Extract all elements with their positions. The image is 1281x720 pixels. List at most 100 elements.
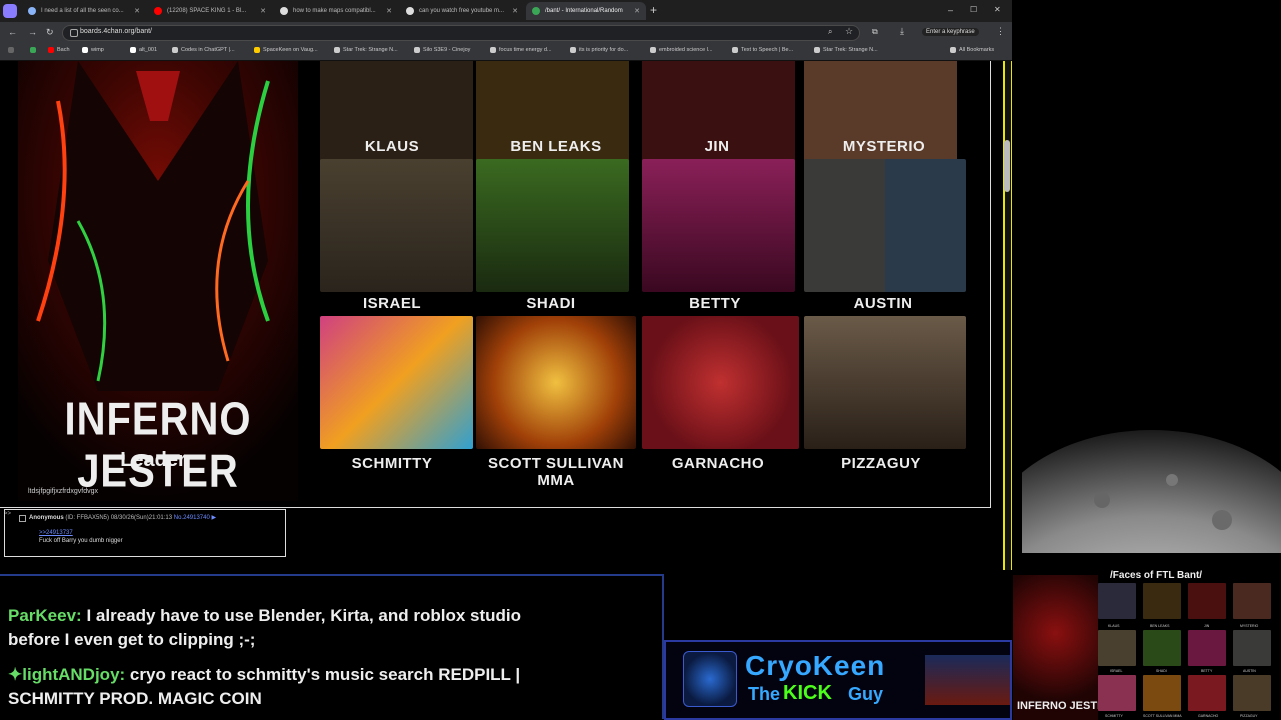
chat-message: ParKeev: I already have to use Blender, …	[8, 604, 568, 652]
globe-icon	[490, 47, 496, 53]
bookmark-item[interactable]: wimp	[82, 47, 104, 53]
mini-tile	[1098, 675, 1136, 711]
bookmark-icon	[814, 47, 820, 53]
extension-icon[interactable]: ⧉	[872, 27, 878, 37]
tab-title: can you watch free youtube m...	[419, 8, 505, 14]
reply-date: 08/30/26(Sun)21:01:13	[110, 515, 173, 521]
bookmark-item[interactable]: focus time energy d...	[490, 47, 552, 53]
all-bookmarks[interactable]: All Bookmarks	[950, 47, 994, 53]
mini-tile	[1188, 583, 1226, 619]
maximize-button[interactable]: ☐	[970, 5, 977, 14]
mini-label: ISRAEL	[1110, 669, 1123, 673]
tab-4[interactable]: can you watch free youtube m... ✕	[400, 2, 524, 20]
bookmark-item[interactable]: SpaceKeen on Vaug...	[254, 47, 318, 53]
reply-author: Anonymous	[29, 515, 64, 521]
chat-username: ParKeev:	[8, 606, 82, 625]
chat-message: ✦lightANDjoy: cryo react to schmitty's m…	[8, 663, 568, 711]
new-tab-button[interactable]: +	[650, 3, 657, 17]
apps-icon	[8, 47, 14, 53]
tab-close-icon[interactable]: ✕	[512, 7, 518, 15]
mini-tile	[1098, 583, 1136, 619]
chat-username: lightANDjoy:	[22, 665, 126, 684]
minimize-button[interactable]: –	[948, 5, 953, 15]
reply-header: Anonymous (ID: FFBAX5N5) 08/30/26(Sun)21…	[29, 514, 216, 521]
globe-icon	[82, 47, 88, 53]
bookmark-item[interactable]: alt_001	[130, 47, 157, 53]
mini-label: SCHMITTY	[1105, 714, 1123, 718]
youtube-icon	[154, 7, 162, 15]
post-image-frame	[0, 61, 991, 508]
extension-label[interactable]: Enter a keyphrase	[922, 28, 979, 36]
reply-id[interactable]: (ID: FFBAX5N5)	[65, 515, 109, 521]
bookmark-item[interactable]: Star Trek: Strange N...	[334, 47, 398, 53]
reply-menu-icon[interactable]: ▶	[211, 515, 216, 521]
logo-subtitle: Guy	[848, 684, 884, 704]
star-bookmark-icon[interactable]: ☆	[845, 26, 853, 37]
mini-label: MYSTERIO	[1240, 624, 1259, 628]
tab-close-icon[interactable]: ✕	[634, 7, 640, 15]
checkbox[interactable]	[19, 515, 26, 522]
bookmark-item[interactable]: Silo S3E9 - Cinejoy	[414, 47, 470, 53]
globe-icon	[130, 47, 136, 53]
folder-icon	[950, 47, 956, 53]
globe-icon	[650, 47, 656, 53]
mini-label: PIZZAGUY	[1240, 714, 1258, 718]
tab-close-icon[interactable]: ✕	[134, 7, 140, 15]
download-icon[interactable]: ⤓	[900, 26, 904, 37]
mini-label: AUSTIN	[1243, 669, 1256, 673]
page-content: INFERNO JESTER Leader ltdsjfpgifjxzfrdxg…	[0, 61, 1003, 570]
bookmark-icon	[334, 47, 340, 53]
bookmark-item[interactable]: its is priority for do...	[570, 47, 628, 53]
reply-post: Anonymous (ID: FFBAX5N5) 08/30/26(Sun)21…	[4, 509, 286, 557]
reply-quote-link[interactable]: >>24913737	[39, 530, 73, 536]
tab-close-icon[interactable]: ✕	[260, 7, 266, 15]
bookmark-item[interactable]: Bach	[48, 47, 70, 53]
tab-1[interactable]: I need a list of all the seen co... ✕	[22, 2, 146, 20]
tab-title: /bant/ - International/Random	[545, 8, 623, 14]
mini-label: GARNACHO	[1198, 714, 1219, 718]
expand-icon[interactable]: >>	[4, 511, 11, 517]
mini-tile	[1188, 630, 1226, 666]
close-window-button[interactable]: ✕	[994, 5, 1001, 14]
url-text[interactable]: boards.4chan.org/bant/	[80, 28, 152, 35]
globe-icon	[172, 47, 178, 53]
mini-label: SHADI	[1156, 669, 1167, 673]
bookmark-item[interactable]: Text to Speech | Be...	[732, 47, 793, 53]
reply-number[interactable]: No.24913740	[174, 515, 210, 521]
scrollbar-thumb[interactable]	[1004, 140, 1010, 192]
car-image	[925, 655, 1010, 705]
mini-label: SCOTT SULLIVAN MMA	[1143, 714, 1182, 718]
mini-tile	[1188, 675, 1226, 711]
play-icon	[30, 47, 36, 53]
mini-tile	[1143, 583, 1181, 619]
youtube-icon	[48, 47, 54, 53]
bookmark-item[interactable]: Star Trek: Strange N...	[814, 47, 878, 53]
mini-label: JIN	[1204, 624, 1210, 628]
scrollbar-track[interactable]	[1003, 61, 1012, 570]
tab-favicon-icon	[28, 7, 36, 15]
menu-icon[interactable]: ⋮	[996, 26, 1005, 37]
tab-close-icon[interactable]: ✕	[386, 7, 392, 15]
bookmark-item[interactable]: Codes in ChatGPT |...	[172, 47, 235, 53]
tab-title: (12208) SPACE KING 1 - Bl...	[167, 8, 247, 14]
tab-3[interactable]: how to make maps compatibl... ✕	[274, 2, 398, 20]
mini-tile	[1143, 630, 1181, 666]
reload-icon[interactable]: ↻	[46, 27, 54, 38]
search-icon[interactable]: ⌕	[828, 27, 832, 37]
profile-icon[interactable]	[3, 4, 17, 18]
logo-title: CryoKeen	[745, 650, 886, 681]
tab-active[interactable]: /bant/ - International/Random ✕	[526, 2, 646, 20]
forward-icon[interactable]: →	[28, 27, 37, 37]
tab-title: how to make maps compatibl...	[293, 8, 376, 14]
moon-surface-image	[1022, 400, 1281, 553]
bookmark-item[interactable]	[8, 47, 17, 53]
mini-tile	[1098, 630, 1136, 666]
site-info-icon[interactable]	[70, 29, 78, 37]
tab-2[interactable]: (12208) SPACE KING 1 - Bl... ✕	[148, 2, 272, 20]
reply-text: Fuck off Barry you dumb nigger	[39, 538, 123, 544]
address-bar[interactable]	[62, 25, 860, 41]
sparkle-icon: ✦	[8, 665, 23, 684]
bookmark-item[interactable]: embroided science l...	[650, 47, 713, 53]
bookmark-item[interactable]	[30, 47, 39, 53]
back-icon[interactable]: ←	[8, 27, 17, 37]
